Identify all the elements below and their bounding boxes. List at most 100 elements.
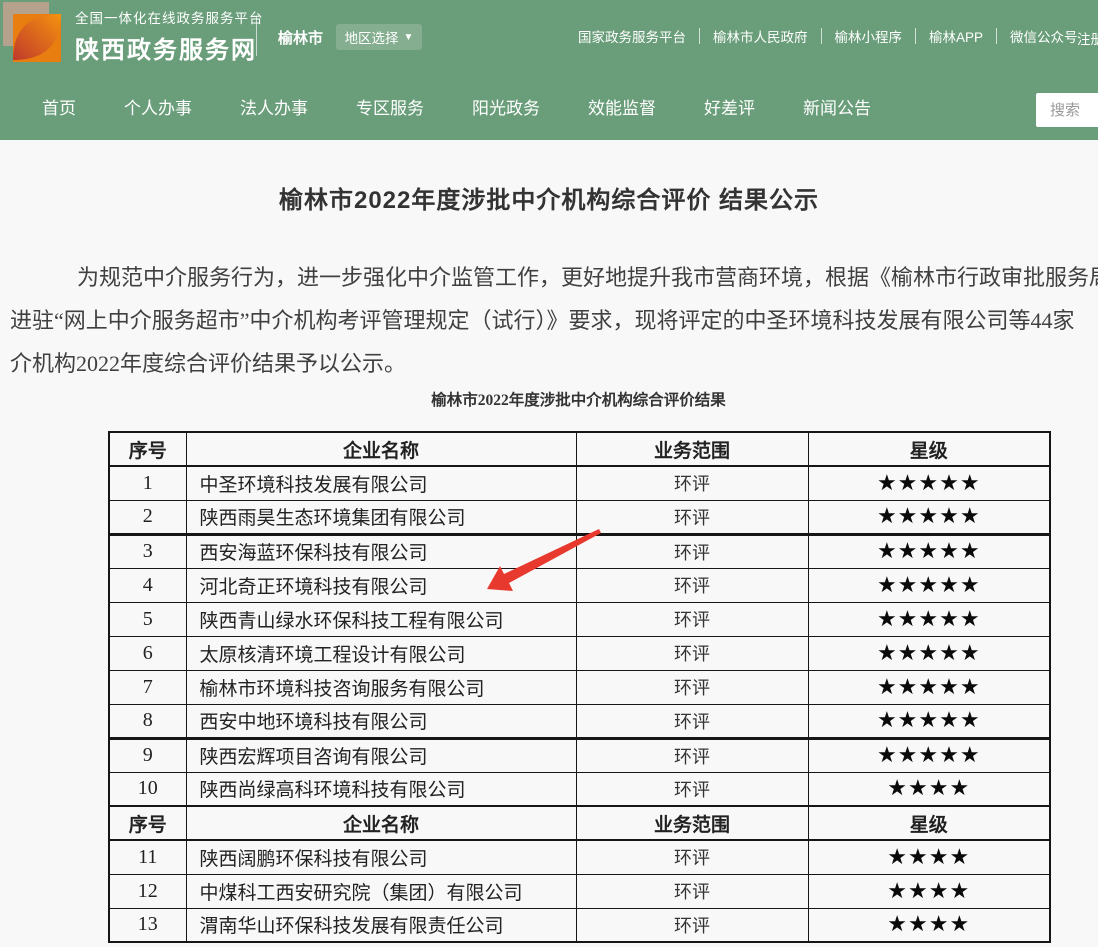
- cell-scope: 环评: [576, 704, 808, 738]
- table-row: 11陕西阔鹏环保科技有限公司环评★★★★: [109, 840, 1050, 874]
- table-row: 9陕西宏辉项目咨询有限公司环评★★★★★: [109, 738, 1050, 772]
- table-caption: 榆林市2022年度涉批中介机构综合评价结果: [108, 388, 1049, 410]
- column-header: 星级: [808, 432, 1050, 466]
- cell-scope: 环评: [576, 602, 808, 636]
- chevron-down-icon: ▼: [404, 32, 414, 43]
- announcement-paragraph: 为规范中介服务行为，进一步强化中介监管工作，更好地提升我市营商环境，根据《榆林市…: [10, 256, 1098, 385]
- nav-item-5[interactable]: 阳光政务: [472, 94, 540, 119]
- table-row: 6太原核清环境工程设计有限公司环评★★★★★: [109, 636, 1050, 670]
- cell-no: 13: [109, 908, 186, 942]
- cell-no: 9: [109, 738, 186, 772]
- header-link-3[interactable]: 榆林小程序: [835, 26, 903, 46]
- cell-company-name: 陕西雨昊生态环境集团有限公司: [186, 500, 576, 534]
- cell-star-rating: ★★★★★: [808, 602, 1050, 636]
- cell-scope: 环评: [576, 772, 808, 806]
- cell-company-name: 中圣环境科技发展有限公司: [186, 466, 576, 500]
- nav-item-1[interactable]: 首页: [42, 94, 76, 119]
- cell-company-name: 河北奇正环境科技有限公司: [186, 568, 576, 602]
- column-header: 序号: [109, 806, 186, 840]
- page-title: 榆林市2022年度涉批中介机构综合评价 结果公示: [0, 180, 1098, 215]
- cell-company-name: 太原核清环境工程设计有限公司: [186, 636, 576, 670]
- cell-scope: 环评: [576, 874, 808, 908]
- table-row: 12中煤科工西安研究院（集团）有限公司环评★★★★: [109, 874, 1050, 908]
- cell-company-name: 榆林市环境科技咨询服务有限公司: [186, 670, 576, 704]
- divider: [821, 28, 822, 44]
- cell-scope: 环评: [576, 908, 808, 942]
- page: 全国一体化在线政务服务平台 陕西政务服务网 榆林市 地区选择 ▼ 国家政务服务平…: [0, 0, 1098, 947]
- cell-scope: 环评: [576, 670, 808, 704]
- divider: [699, 28, 700, 44]
- header-link-1[interactable]: 国家政务服务平台: [578, 26, 686, 46]
- column-header: 企业名称: [186, 432, 576, 466]
- brand-row: 全国一体化在线政务服务平台 陕西政务服务网 榆林市 地区选择 ▼ 国家政务服务平…: [0, 0, 1098, 72]
- paragraph-line: 为规范中介服务行为，进一步强化中介监管工作，更好地提升我市营商环境，根据《榆林市…: [10, 256, 1098, 299]
- cell-company-name: 陕西宏辉项目咨询有限公司: [186, 738, 576, 772]
- column-header: 企业名称: [186, 806, 576, 840]
- table-header-row: 序号企业名称业务范围星级: [109, 432, 1050, 466]
- cell-star-rating: ★★★★★: [808, 704, 1050, 738]
- cell-star-rating: ★★★★★: [808, 568, 1050, 602]
- cell-no: 10: [109, 772, 186, 806]
- nav-row: 首页 个人办事 法人办事 专区服务 阳光政务 效能监督 好差评 新闻公告: [0, 72, 1098, 140]
- table-row: 8西安中地环境科技有限公司环评★★★★★: [109, 704, 1050, 738]
- cell-company-name: 西安中地环境科技有限公司: [186, 704, 576, 738]
- cell-no: 3: [109, 534, 186, 568]
- cell-scope: 环评: [576, 500, 808, 534]
- register-link[interactable]: 注册: [1077, 28, 1098, 48]
- cell-company-name: 西安海蓝环保科技有限公司: [186, 534, 576, 568]
- cell-star-rating: ★★★★★: [808, 534, 1050, 568]
- nav-item-2[interactable]: 个人办事: [124, 94, 192, 119]
- cell-scope: 环评: [576, 568, 808, 602]
- divider: [915, 28, 916, 44]
- search-input[interactable]: [1036, 93, 1098, 127]
- site-logo-icon: [3, 2, 65, 64]
- nav-item-6[interactable]: 效能监督: [588, 94, 656, 119]
- cell-scope: 环评: [576, 466, 808, 500]
- region-selector-label: 地区选择: [345, 27, 399, 47]
- main-nav: 首页 个人办事 法人办事 专区服务 阳光政务 效能监督 好差评 新闻公告: [42, 72, 871, 140]
- cell-no: 4: [109, 568, 186, 602]
- header-link-5[interactable]: 微信公众号: [1010, 26, 1078, 46]
- cell-star-rating: ★★★★★: [808, 670, 1050, 704]
- cell-no: 8: [109, 704, 186, 738]
- cell-scope: 环评: [576, 636, 808, 670]
- column-header: 业务范围: [576, 432, 808, 466]
- divider: [996, 28, 997, 44]
- cell-no: 2: [109, 500, 186, 534]
- cell-star-rating: ★★★★★: [808, 636, 1050, 670]
- header-link-4[interactable]: 榆林APP: [929, 26, 983, 46]
- evaluation-table: 序号企业名称业务范围星级1中圣环境科技发展有限公司环评★★★★★2陕西雨昊生态环…: [108, 431, 1051, 943]
- table-row: 7榆林市环境科技咨询服务有限公司环评★★★★★: [109, 670, 1050, 704]
- cell-star-rating: ★★★★★: [808, 466, 1050, 500]
- cell-company-name: 渭南华山环保科技发展有限责任公司: [186, 908, 576, 942]
- cell-no: 11: [109, 840, 186, 874]
- cell-company-name: 中煤科工西安研究院（集团）有限公司: [186, 874, 576, 908]
- cell-scope: 环评: [576, 534, 808, 568]
- cell-no: 5: [109, 602, 186, 636]
- cell-star-rating: ★★★★: [808, 840, 1050, 874]
- cell-no: 7: [109, 670, 186, 704]
- table-header-row: 序号企业名称业务范围星级: [109, 806, 1050, 840]
- cell-star-rating: ★★★★: [808, 908, 1050, 942]
- column-header: 序号: [109, 432, 186, 466]
- table-row: 2陕西雨昊生态环境集团有限公司环评★★★★★: [109, 500, 1050, 534]
- nav-item-7[interactable]: 好差评: [704, 94, 755, 119]
- site-name: 陕西政务服务网: [75, 30, 264, 65]
- cell-company-name: 陕西青山绿水环保科技工程有限公司: [186, 602, 576, 636]
- cell-no: 1: [109, 466, 186, 500]
- cell-scope: 环评: [576, 840, 808, 874]
- region-selector-button[interactable]: 地区选择 ▼: [336, 24, 422, 50]
- table-row: 3西安海蓝环保科技有限公司环评★★★★★: [109, 534, 1050, 568]
- nav-item-8[interactable]: 新闻公告: [803, 94, 871, 119]
- header-link-2[interactable]: 榆林市人民政府: [713, 26, 808, 46]
- paragraph-line: 介机构2022年度综合评价结果予以公示。: [10, 342, 1098, 385]
- paragraph-line: 进驻“网上中介服务超市”中介机构考评管理规定（试行）》要求，现将评定的中圣环境科…: [10, 299, 1098, 342]
- table-row: 5陕西青山绿水环保科技工程有限公司环评★★★★★: [109, 602, 1050, 636]
- column-header: 业务范围: [576, 806, 808, 840]
- cell-company-name: 陕西阔鹏环保科技有限公司: [186, 840, 576, 874]
- nav-item-4[interactable]: 专区服务: [356, 94, 424, 119]
- cell-no: 6: [109, 636, 186, 670]
- nav-item-3[interactable]: 法人办事: [240, 94, 308, 119]
- platform-name: 全国一体化在线政务服务平台: [75, 7, 264, 27]
- cell-company-name: 陕西尚绿高科环境科技有限公司: [186, 772, 576, 806]
